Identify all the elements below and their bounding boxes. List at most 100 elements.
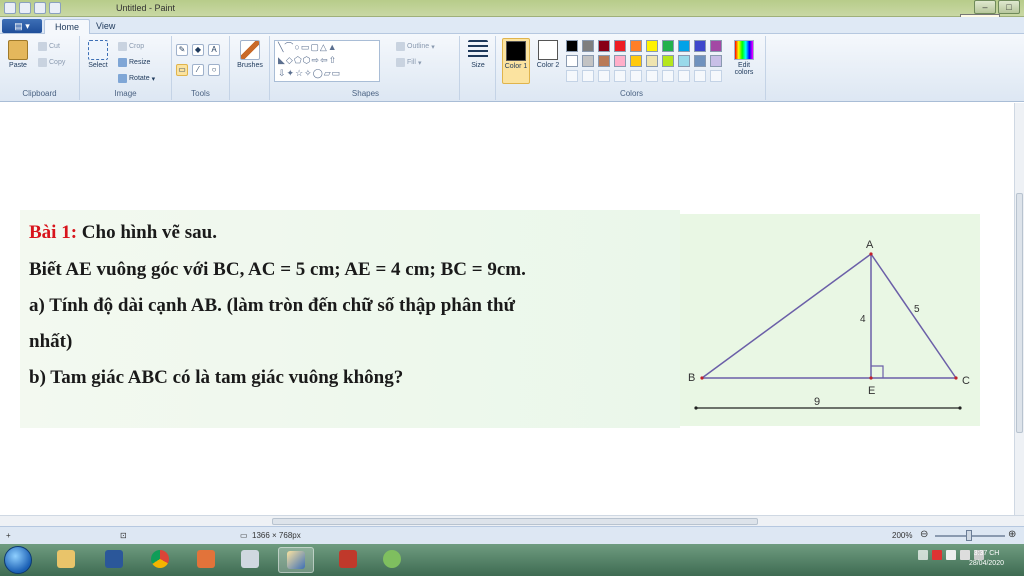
- color-swatch[interactable]: [662, 55, 674, 67]
- color-swatch[interactable]: [662, 40, 674, 52]
- tray-arrow-icon[interactable]: [918, 550, 928, 560]
- shapes-gallery[interactable]: ╲⌒○▭▢△▲ ◣◇⬠⬡⇨⇦⇧ ⇩✦☆✧◯▱▭: [274, 40, 380, 82]
- color-swatch[interactable]: [694, 55, 706, 67]
- custom-color-slot[interactable]: [598, 70, 610, 82]
- taskbar-app-3[interactable]: [374, 547, 410, 573]
- color-swatch[interactable]: [678, 40, 690, 52]
- color-swatch[interactable]: [630, 55, 642, 67]
- color-swatch[interactable]: [582, 40, 594, 52]
- crop-button[interactable]: Crop: [118, 42, 144, 51]
- custom-color-slot[interactable]: [582, 70, 594, 82]
- color-swatch[interactable]: [710, 55, 722, 67]
- point-a: [869, 252, 873, 256]
- vertical-scroll-thumb[interactable]: [1016, 193, 1023, 433]
- taskbar-explorer[interactable]: [48, 547, 84, 573]
- rotate-button[interactable]: Rotate ▾: [118, 74, 155, 83]
- taskbar-word[interactable]: [96, 547, 132, 573]
- status-bar: + ⊡ ▭ 1366 × 768px 200% ⊖ ⊕: [0, 526, 1024, 544]
- color2-button[interactable]: Color 2: [534, 38, 562, 69]
- color-swatch[interactable]: [566, 40, 578, 52]
- start-button[interactable]: [4, 546, 32, 574]
- problem-intro: Cho hình vẽ sau.: [77, 222, 217, 243]
- paste-button[interactable]: Paste: [4, 40, 32, 69]
- color-swatch[interactable]: [582, 55, 594, 67]
- problem-line-5: b) Tam giác ABC có là tam giác vuông khô…: [29, 367, 404, 388]
- fill-button[interactable]: Fill ▾: [396, 58, 421, 67]
- custom-color-slot[interactable]: [646, 70, 658, 82]
- magnifier-icon[interactable]: ○: [208, 64, 220, 76]
- horizontal-scrollbar[interactable]: [0, 515, 1024, 526]
- taskbar-app-2[interactable]: [330, 547, 366, 573]
- taskbar-clock[interactable]: 3:37 CH 28/04/2020: [969, 549, 1004, 569]
- text-tool-icon[interactable]: A: [208, 44, 220, 56]
- zoom-in-button[interactable]: ⊕: [1008, 529, 1016, 540]
- clipboard-group: Paste Cut Copy Clipboard: [0, 36, 80, 100]
- redo-icon[interactable]: [49, 2, 61, 14]
- taskbar-app[interactable]: [232, 547, 268, 573]
- outline-button[interactable]: Outline ▾: [396, 42, 435, 51]
- maximize-button[interactable]: □: [998, 0, 1020, 14]
- brushes-button[interactable]: Brushes: [236, 40, 264, 69]
- flag-icon[interactable]: [946, 550, 956, 560]
- undo-icon[interactable]: [34, 2, 46, 14]
- color-swatch[interactable]: [614, 55, 626, 67]
- file-menu-button[interactable]: ▤ ▾: [2, 19, 42, 33]
- color-swatch[interactable]: [678, 55, 690, 67]
- tab-home[interactable]: Home: [44, 19, 91, 34]
- size-button[interactable]: Size: [464, 40, 492, 69]
- tab-view[interactable]: View: [86, 19, 125, 34]
- color1-button[interactable]: Color 1: [502, 38, 530, 84]
- title-bar: Untitled - Paint – □ Minimize: [0, 0, 1024, 27]
- color-picker-icon[interactable]: ⁄: [192, 64, 204, 76]
- eraser-icon[interactable]: ▭: [176, 64, 188, 76]
- copy-button[interactable]: Copy: [38, 58, 65, 67]
- paint-app-icon[interactable]: [4, 2, 16, 14]
- problem-text-block: Bài 1: Cho hình vẽ sau. Biết AE vuông gó…: [20, 210, 680, 428]
- image-group-label: Image: [114, 89, 137, 98]
- color-swatch[interactable]: [630, 40, 642, 52]
- grid-app-icon: [339, 550, 357, 568]
- color-swatch[interactable]: [598, 40, 610, 52]
- color-swatch[interactable]: [614, 40, 626, 52]
- resize-button[interactable]: Resize: [118, 58, 150, 67]
- custom-color-slot[interactable]: [566, 70, 578, 82]
- zoom-slider-handle[interactable]: [966, 530, 972, 541]
- custom-color-slot[interactable]: [614, 70, 626, 82]
- custom-color-slot[interactable]: [694, 70, 706, 82]
- color-swatch[interactable]: [710, 40, 722, 52]
- colors-group-label: Colors: [619, 89, 644, 98]
- horizontal-scroll-thumb[interactable]: [272, 518, 758, 525]
- label-e: E: [868, 385, 875, 397]
- minimize-button[interactable]: –: [974, 0, 996, 14]
- zoom-out-button[interactable]: ⊖: [920, 529, 928, 540]
- label-b: B: [688, 372, 695, 384]
- custom-color-slot[interactable]: [662, 70, 674, 82]
- color-swatch[interactable]: [646, 55, 658, 67]
- color-swatch[interactable]: [694, 40, 706, 52]
- chrome-icon: [151, 550, 169, 568]
- color-swatch[interactable]: [598, 55, 610, 67]
- tray-app-icon[interactable]: [932, 550, 942, 560]
- custom-color-slot[interactable]: [710, 70, 722, 82]
- point-b: [700, 376, 704, 380]
- outline-icon: [396, 42, 405, 51]
- copy-label: Copy: [49, 59, 66, 66]
- custom-color-slot[interactable]: [678, 70, 690, 82]
- pencil-icon[interactable]: ✎: [176, 44, 188, 56]
- select-button[interactable]: Select: [84, 40, 112, 69]
- color-swatch[interactable]: [646, 40, 658, 52]
- taskbar-media[interactable]: [188, 547, 224, 573]
- cut-button[interactable]: Cut: [38, 42, 60, 51]
- bc-length-end-left: [694, 406, 698, 410]
- fill-bucket-icon[interactable]: ◆: [192, 44, 204, 56]
- color-swatch[interactable]: [566, 55, 578, 67]
- taskbar-paint[interactable]: [278, 547, 314, 573]
- rainbow-icon: [734, 40, 754, 60]
- custom-color-slot[interactable]: [630, 70, 642, 82]
- paste-label: Paste: [9, 62, 27, 69]
- edit-colors-button[interactable]: Edit colors: [730, 38, 758, 76]
- taskbar-chrome[interactable]: [142, 547, 178, 573]
- save-icon[interactable]: [19, 2, 31, 14]
- ribbon: Paste Cut Copy Clipboard Select Crop Res…: [0, 34, 1024, 102]
- vertical-scrollbar[interactable]: [1014, 103, 1024, 515]
